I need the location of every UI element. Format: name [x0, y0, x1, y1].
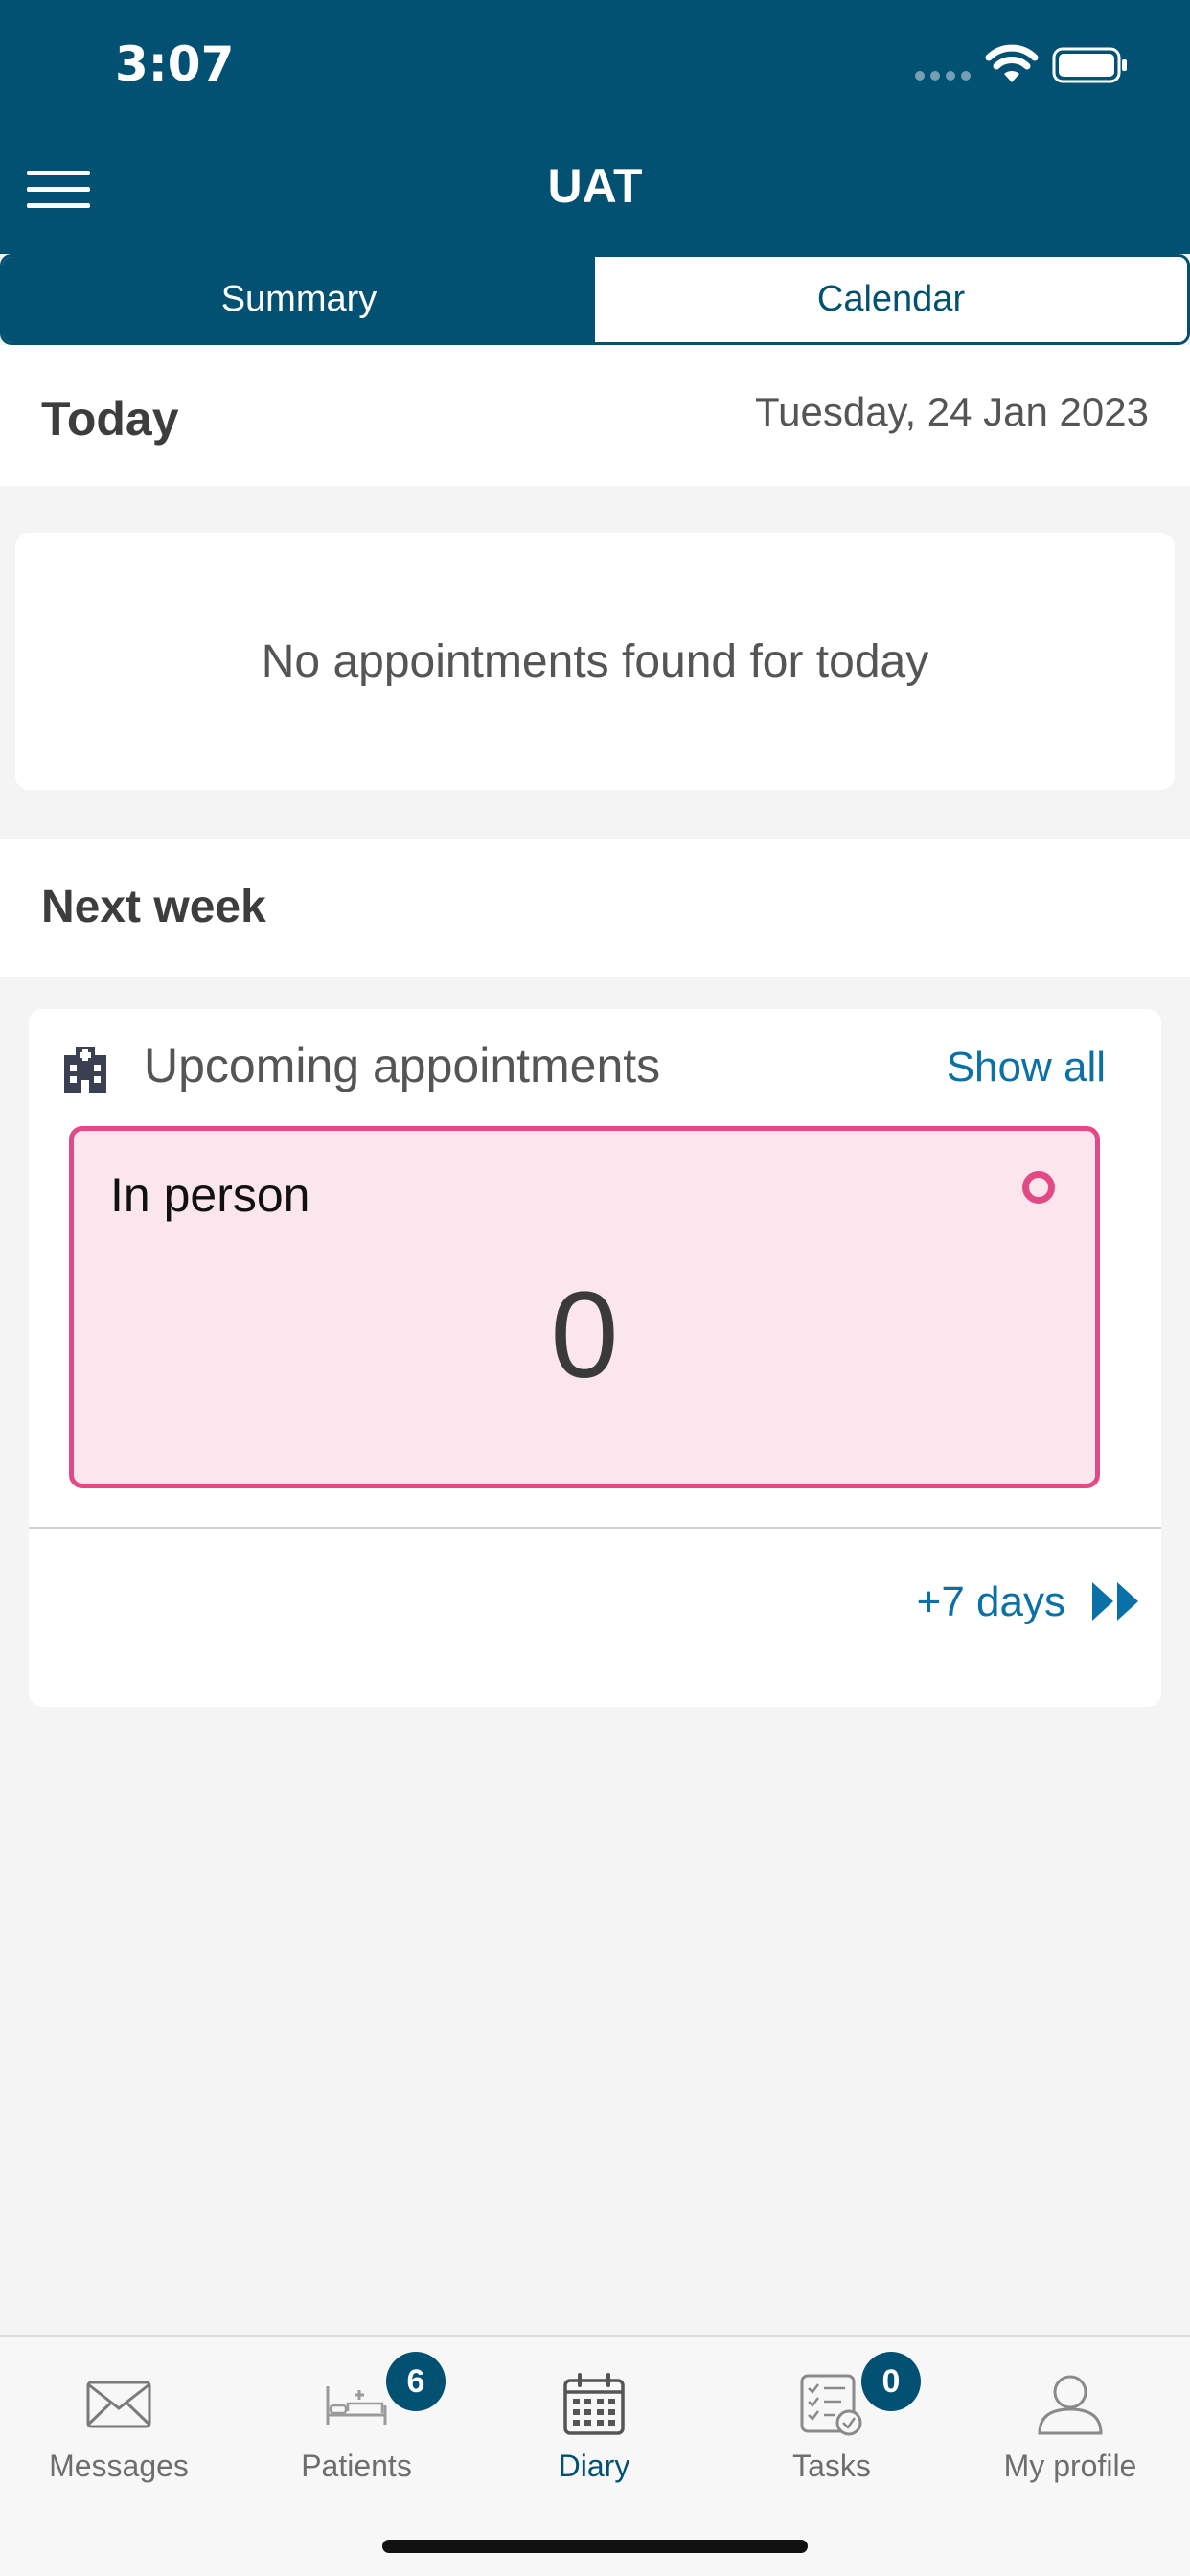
tasks-badge: 0 — [861, 2352, 921, 2411]
nav-profile-label: My profile — [1003, 2449, 1137, 2483]
checklist-icon — [800, 2374, 862, 2436]
hospital-icon — [64, 1047, 106, 1093]
view-switcher: Summary Calendar — [0, 254, 1190, 345]
home-indicator[interactable] — [382, 2540, 808, 2553]
nav-patients[interactable]: Patients 6 — [238, 2337, 475, 2529]
app-header: 3:07 UAT — [0, 0, 1190, 254]
tab-calendar[interactable]: Calendar — [595, 257, 1187, 342]
cellular-signal-icon — [915, 71, 971, 80]
envelope-icon — [86, 2380, 151, 2428]
next-days-link[interactable]: +7 days — [917, 1578, 1065, 1626]
page-title: UAT — [547, 159, 643, 213]
nav-messages-label: Messages — [49, 2449, 189, 2483]
today-header: Today Tuesday, 24 Jan 2023 — [0, 345, 1190, 486]
nav-tasks-label: Tasks — [792, 2449, 871, 2483]
tab-summary[interactable]: Summary — [3, 257, 595, 342]
wifi-icon — [985, 44, 1039, 82]
upcoming-title: Upcoming appointments — [144, 1039, 661, 1092]
status-dot-icon — [1022, 1171, 1055, 1204]
upcoming-appointments-card: Upcoming appointments Show all In person… — [29, 1009, 1161, 1707]
empty-message: No appointments found for today — [261, 635, 929, 687]
fast-forward-icon[interactable] — [1090, 1580, 1144, 1622]
show-all-link[interactable]: Show all — [947, 1044, 1106, 1092]
nav-diary[interactable]: Diary — [475, 2337, 713, 2529]
battery-icon — [1052, 47, 1127, 83]
nav-patients-label: Patients — [301, 2449, 412, 2483]
nav-messages[interactable]: Messages — [0, 2337, 238, 2529]
nav-my-profile[interactable]: My profile — [950, 2337, 1190, 2529]
nav-diary-label: Diary — [558, 2449, 630, 2483]
hospital-bed-icon — [326, 2386, 387, 2425]
today-date: Tuesday, 24 Jan 2023 — [755, 389, 1149, 434]
today-appointments-card: No appointments found for today — [15, 533, 1175, 790]
calendar-icon — [563, 2373, 625, 2435]
patients-badge: 6 — [386, 2352, 446, 2411]
in-person-count: 0 — [550, 1267, 619, 1404]
in-person-tile[interactable]: In person 0 — [69, 1126, 1100, 1488]
today-label: Today — [41, 392, 179, 446]
nav-tasks[interactable]: Tasks 0 — [713, 2337, 950, 2529]
divider — [29, 1527, 1161, 1529]
status-time: 3:07 — [115, 36, 235, 92]
in-person-label: In person — [110, 1168, 310, 1222]
next-week-label: Next week — [41, 882, 266, 932]
user-icon — [1038, 2375, 1103, 2435]
next-week-header: Next week — [0, 839, 1190, 978]
